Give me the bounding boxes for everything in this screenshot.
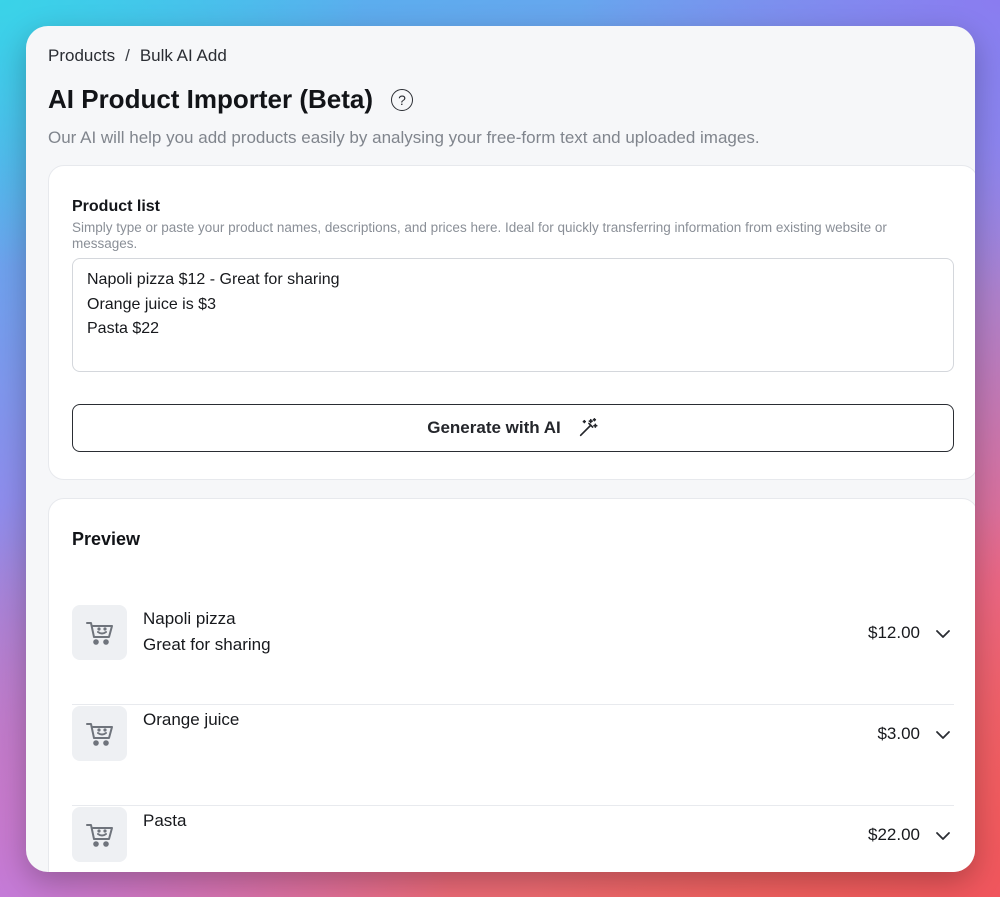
page-title: AI Product Importer (Beta) bbox=[48, 84, 374, 114]
item-name: Orange juice bbox=[143, 710, 240, 729]
cart-smile-icon bbox=[85, 621, 113, 645]
product-thumbnail bbox=[72, 807, 127, 862]
list-item[interactable]: Orange juice $3.00 bbox=[72, 706, 954, 806]
textarea-line: Napoli pizza $12 - Great for sharing bbox=[87, 271, 340, 288]
cart-smile-icon bbox=[85, 823, 113, 847]
breadcrumb-products-link[interactable]: Products bbox=[48, 46, 115, 66]
item-description: Great for sharing bbox=[143, 635, 271, 654]
question-circle-icon[interactable]: ? bbox=[391, 88, 414, 111]
app-window: Products / Bulk AI Add AI Product Import… bbox=[26, 26, 975, 872]
list-item[interactable]: Napoli pizza Great for sharing $12.00 bbox=[72, 605, 954, 705]
breadcrumb: Products / Bulk AI Add bbox=[48, 46, 227, 66]
product-thumbnail bbox=[72, 706, 127, 761]
product-list-help: Simply type or paste your product names,… bbox=[72, 220, 887, 251]
chevron-down-icon[interactable] bbox=[934, 827, 952, 845]
item-name: Pasta bbox=[143, 811, 187, 830]
title-row: AI Product Importer (Beta) ? bbox=[48, 84, 414, 115]
chevron-down-icon[interactable] bbox=[934, 726, 952, 744]
product-list-textarea[interactable]: Napoli pizza $12 - Great for sharing Oran… bbox=[72, 258, 954, 372]
cart-smile-icon bbox=[85, 722, 113, 746]
item-price: $12.00 bbox=[868, 623, 920, 642]
breadcrumb-separator: / bbox=[125, 46, 130, 65]
page-subtitle: Our AI will help you add products easily… bbox=[48, 128, 760, 147]
product-list-label: Product list bbox=[72, 198, 161, 215]
product-thumbnail bbox=[72, 605, 127, 660]
preview-title: Preview bbox=[72, 529, 141, 549]
breadcrumb-current: Bulk AI Add bbox=[139, 46, 227, 65]
row-divider bbox=[72, 704, 954, 705]
item-name: Napoli pizza bbox=[143, 609, 236, 628]
list-item[interactable]: Pasta $22.00 bbox=[72, 807, 954, 872]
generate-with-ai-button[interactable]: Generate with AI bbox=[72, 404, 954, 452]
preview-card: Preview Napoli pizza Great for sharing $… bbox=[48, 498, 975, 872]
textarea-line: Pasta $22 bbox=[87, 320, 160, 337]
product-list-card: Product list Simply type or paste your p… bbox=[48, 165, 975, 480]
row-divider bbox=[72, 805, 954, 806]
magic-wand-icon bbox=[579, 418, 598, 437]
item-price: $3.00 bbox=[877, 724, 920, 743]
textarea-line: Orange juice is $3 bbox=[87, 295, 216, 313]
item-price: $22.00 bbox=[868, 825, 920, 844]
chevron-down-icon[interactable] bbox=[934, 625, 952, 643]
generate-button-label: Generate with AI bbox=[427, 418, 561, 437]
